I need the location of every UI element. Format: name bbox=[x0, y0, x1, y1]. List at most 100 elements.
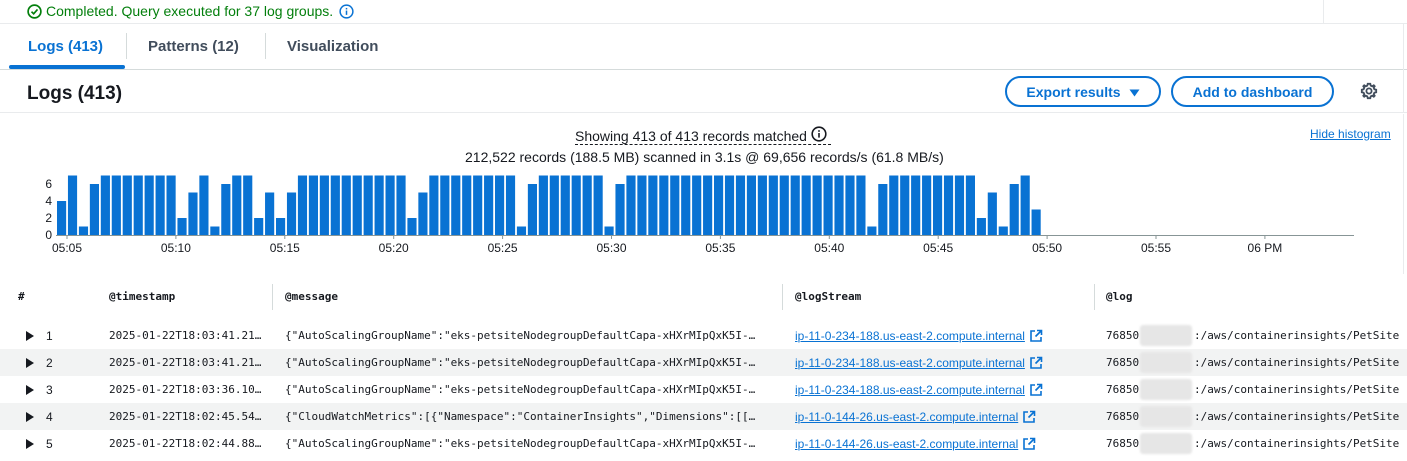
histogram-bar[interactable] bbox=[681, 175, 691, 236]
histogram-bar[interactable] bbox=[724, 175, 735, 236]
histogram-bar[interactable] bbox=[856, 175, 866, 236]
histogram-bar[interactable] bbox=[845, 175, 855, 236]
histogram-bar[interactable] bbox=[330, 175, 340, 236]
histogram-bar[interactable] bbox=[210, 226, 220, 236]
histogram-bar[interactable] bbox=[987, 192, 997, 236]
expand-row-icon[interactable] bbox=[26, 331, 34, 341]
histogram-bar[interactable] bbox=[670, 175, 680, 236]
column-header-logstream[interactable]: @logStream bbox=[795, 290, 861, 303]
histogram-bar[interactable] bbox=[637, 175, 647, 236]
histogram-bar[interactable] bbox=[57, 201, 67, 235]
histogram-bar[interactable] bbox=[790, 175, 800, 236]
histogram-bar[interactable] bbox=[111, 175, 121, 236]
gear-icon[interactable] bbox=[1360, 82, 1378, 105]
expand-row-icon[interactable] bbox=[26, 439, 34, 449]
histogram-bar[interactable] bbox=[188, 192, 198, 236]
histogram-bar[interactable] bbox=[582, 175, 592, 236]
table-row[interactable]: 3 2025-01-22T18:03:36.10… {"AutoScalingG… bbox=[0, 376, 1407, 403]
histogram-bar[interactable] bbox=[319, 175, 329, 236]
histogram-bar[interactable] bbox=[177, 218, 187, 235]
histogram-bar[interactable] bbox=[89, 184, 99, 235]
histogram-bar[interactable] bbox=[297, 175, 308, 236]
histogram-bar[interactable] bbox=[429, 175, 439, 236]
column-header-number[interactable]: # bbox=[18, 290, 25, 303]
histogram-bar[interactable] bbox=[451, 175, 461, 236]
histogram-bar[interactable] bbox=[823, 175, 833, 236]
histogram-bar[interactable] bbox=[933, 175, 943, 236]
histogram-bar[interactable] bbox=[976, 218, 986, 235]
histogram-bar[interactable] bbox=[735, 175, 746, 236]
histogram-bar[interactable] bbox=[67, 175, 78, 236]
histogram-bar[interactable] bbox=[1020, 175, 1030, 236]
histogram-bar[interactable] bbox=[1031, 209, 1041, 236]
histogram-bar[interactable] bbox=[418, 192, 428, 236]
expand-row-icon[interactable] bbox=[26, 358, 34, 368]
histogram-bar[interactable] bbox=[308, 175, 318, 236]
hide-histogram-link[interactable]: Hide histogram bbox=[1310, 127, 1391, 141]
table-row[interactable]: 2 2025-01-22T18:03:41.21… {"AutoScalingG… bbox=[0, 349, 1407, 376]
histogram-bar[interactable] bbox=[144, 175, 154, 236]
table-row[interactable]: 5 2025-01-22T18:02:44.88… {"AutoScalingG… bbox=[0, 430, 1407, 457]
histogram-bar[interactable] bbox=[593, 175, 603, 236]
histogram-bar[interactable] bbox=[363, 175, 373, 236]
histogram-bar[interactable] bbox=[998, 226, 1008, 236]
histogram-bar[interactable] bbox=[374, 175, 384, 236]
add-to-dashboard-button[interactable]: Add to dashboard bbox=[1171, 76, 1334, 107]
tab-visualization[interactable]: Visualization bbox=[287, 38, 378, 55]
histogram-bar[interactable] bbox=[714, 175, 724, 236]
histogram-bar[interactable] bbox=[385, 175, 395, 236]
expand-row-icon[interactable] bbox=[26, 412, 34, 422]
histogram-bar[interactable] bbox=[659, 175, 669, 236]
histogram-bar[interactable] bbox=[265, 192, 275, 236]
histogram-bar[interactable] bbox=[604, 226, 614, 236]
histogram-bar[interactable] bbox=[100, 175, 110, 236]
histogram-bar[interactable] bbox=[922, 175, 932, 236]
histogram-bar[interactable] bbox=[396, 175, 406, 236]
histogram-bar[interactable] bbox=[538, 175, 548, 236]
histogram-bar[interactable] bbox=[495, 175, 505, 236]
table-row[interactable]: 4 2025-01-22T18:02:45.54… {"CloudWatchMe… bbox=[0, 403, 1407, 430]
histogram-bar[interactable] bbox=[834, 175, 844, 236]
column-header-log[interactable]: @log bbox=[1106, 290, 1133, 303]
export-results-button[interactable]: Export results bbox=[1005, 76, 1161, 107]
histogram-bar[interactable] bbox=[779, 175, 789, 236]
histogram-bar[interactable] bbox=[878, 184, 888, 235]
info-icon[interactable] bbox=[811, 126, 827, 145]
histogram-bar[interactable] bbox=[889, 175, 899, 236]
column-divider[interactable] bbox=[1094, 284, 1095, 310]
histogram-bar[interactable] bbox=[560, 175, 570, 236]
histogram-bar[interactable] bbox=[473, 175, 483, 236]
histogram-bar[interactable] bbox=[527, 184, 537, 235]
histogram-chart[interactable]: 0 2 4 6 05:05 05:10 05:15 05:20 05:25 05:30 05:35 0… bbox=[0, 169, 1407, 269]
histogram-bar[interactable] bbox=[812, 175, 822, 236]
histogram-bar[interactable] bbox=[692, 175, 702, 236]
histogram-bar[interactable] bbox=[286, 192, 297, 236]
histogram-bar[interactable] bbox=[462, 175, 472, 236]
histogram-bar[interactable] bbox=[155, 175, 165, 236]
histogram-bar[interactable] bbox=[78, 226, 89, 236]
table-row[interactable]: 1 2025-01-22T18:03:41.21… {"AutoScalingG… bbox=[0, 322, 1407, 349]
histogram-bar[interactable] bbox=[254, 218, 264, 235]
tab-logs[interactable]: Logs (413) bbox=[28, 38, 103, 55]
histogram-bar[interactable] bbox=[276, 218, 286, 235]
histogram-bar[interactable] bbox=[954, 175, 965, 236]
tab-patterns[interactable]: Patterns (12) bbox=[148, 38, 239, 55]
histogram-bar[interactable] bbox=[166, 175, 176, 236]
histogram-bar[interactable] bbox=[133, 175, 143, 236]
histogram-bar[interactable] bbox=[703, 175, 713, 236]
histogram-bar[interactable] bbox=[505, 175, 516, 236]
histogram-bar[interactable] bbox=[1009, 184, 1019, 235]
histogram-bar[interactable] bbox=[571, 175, 581, 236]
column-header-timestamp[interactable]: @timestamp bbox=[109, 290, 175, 303]
column-header-message[interactable]: @message bbox=[285, 290, 338, 303]
logstream-link[interactable]: ip-11-0-234-188.us-east-2.compute.intern… bbox=[795, 329, 1043, 343]
histogram-bar[interactable] bbox=[900, 175, 910, 236]
logstream-link[interactable]: ip-11-0-234-188.us-east-2.compute.intern… bbox=[795, 383, 1043, 397]
column-divider[interactable] bbox=[272, 284, 273, 310]
histogram-bar[interactable] bbox=[352, 175, 362, 236]
histogram-bar[interactable] bbox=[867, 226, 877, 236]
histogram-bar[interactable] bbox=[757, 175, 767, 236]
histogram-bar[interactable] bbox=[801, 175, 811, 236]
logstream-link[interactable]: ip-11-0-234-188.us-east-2.compute.intern… bbox=[795, 356, 1043, 370]
histogram-bar[interactable] bbox=[648, 175, 658, 236]
